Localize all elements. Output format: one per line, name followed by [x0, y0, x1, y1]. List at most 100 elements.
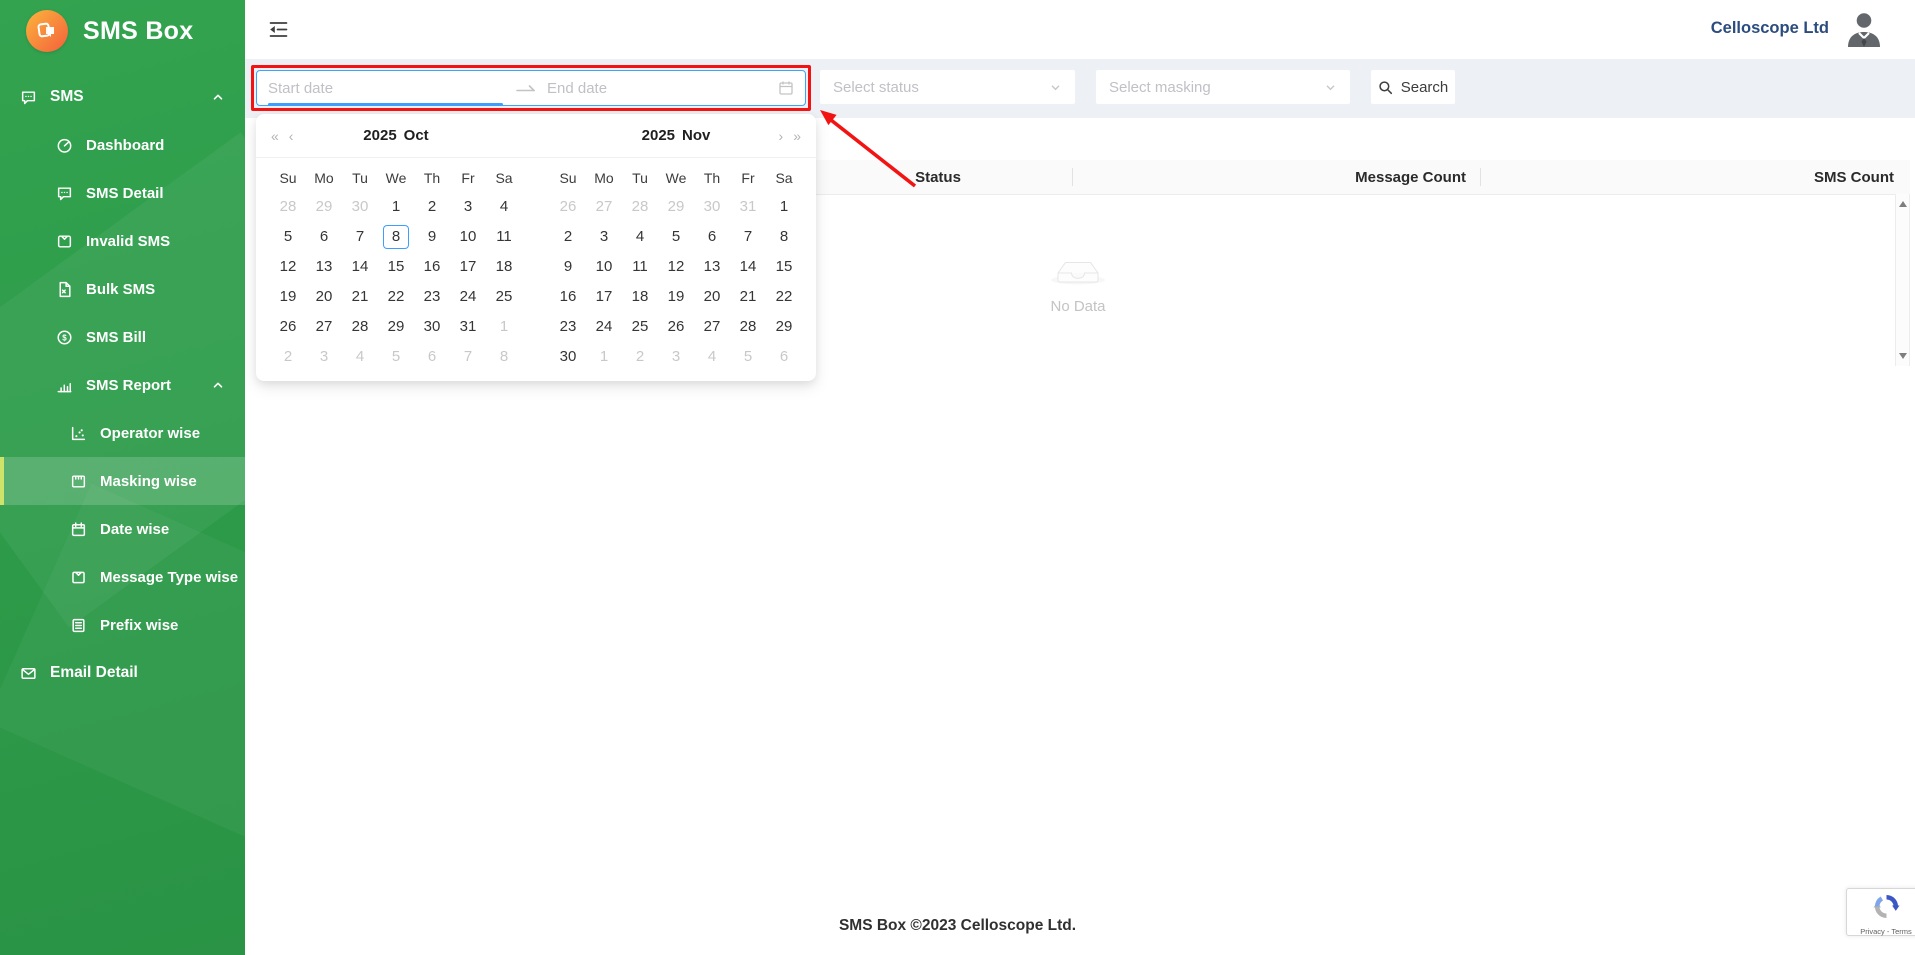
sidebar-item-sms[interactable]: SMS — [0, 73, 245, 121]
calendar-day[interactable]: 5 — [378, 342, 414, 372]
calendar-day[interactable]: 5 — [270, 222, 306, 252]
calendar-day[interactable]: 1 — [766, 192, 802, 222]
calendar-day[interactable]: 29 — [658, 192, 694, 222]
calendar-day[interactable]: 24 — [450, 282, 486, 312]
date-range-picker[interactable]: Start date End date — [256, 70, 806, 106]
scroll-up-icon[interactable] — [1899, 201, 1907, 207]
calendar-day[interactable]: 27 — [306, 312, 342, 342]
table-scrollbar[interactable] — [1895, 194, 1910, 366]
calendar-day[interactable]: 5 — [730, 342, 766, 372]
calendar-day[interactable]: 5 — [658, 222, 694, 252]
calendar-day[interactable]: 10 — [450, 222, 486, 252]
calendar-day[interactable]: 6 — [414, 342, 450, 372]
calendar-year-button[interactable]: 2025 — [363, 127, 396, 144]
calendar-day[interactable]: 20 — [306, 282, 342, 312]
calendar-day[interactable]: 7 — [730, 222, 766, 252]
calendar-month-button[interactable]: Nov — [682, 127, 710, 144]
calendar-day[interactable]: 7 — [342, 222, 378, 252]
calendar-day[interactable]: 30 — [342, 192, 378, 222]
end-date-input[interactable]: End date — [539, 80, 778, 97]
calendar-day[interactable]: 27 — [694, 312, 730, 342]
calendar-day[interactable]: 18 — [622, 282, 658, 312]
calendar-day[interactable]: 25 — [622, 312, 658, 342]
calendar-day[interactable]: 26 — [270, 312, 306, 342]
calendar-day[interactable]: 28 — [730, 312, 766, 342]
sidebar-item-date-wise[interactable]: Date wise — [0, 505, 245, 553]
calendar-day[interactable]: 3 — [450, 192, 486, 222]
sidebar-item-bulk-sms[interactable]: Bulk SMS — [0, 265, 245, 313]
calendar-day[interactable]: 29 — [766, 312, 802, 342]
calendar-day[interactable]: 14 — [730, 252, 766, 282]
calendar-day[interactable]: 4 — [622, 222, 658, 252]
calendar-day[interactable]: 8 — [378, 222, 414, 252]
calendar-day[interactable]: 2 — [270, 342, 306, 372]
calendar-day[interactable]: 15 — [766, 252, 802, 282]
calendar-day[interactable]: 4 — [694, 342, 730, 372]
user-avatar-icon[interactable] — [1844, 9, 1884, 49]
calendar-day[interactable]: 31 — [450, 312, 486, 342]
calendar-day[interactable]: 19 — [658, 282, 694, 312]
sidebar-item-sms-report[interactable]: SMS Report — [0, 361, 245, 409]
calendar-day[interactable]: 30 — [414, 312, 450, 342]
calendar-day[interactable]: 22 — [766, 282, 802, 312]
sidebar-item-masking-wise[interactable]: Masking wise — [0, 457, 245, 505]
prev-icon[interactable]: ‹ — [289, 128, 294, 144]
calendar-day[interactable]: 12 — [658, 252, 694, 282]
calendar-day[interactable]: 3 — [306, 342, 342, 372]
sidebar-item-prefix-wise[interactable]: Prefix wise — [0, 601, 245, 649]
calendar-day[interactable]: 4 — [486, 192, 522, 222]
calendar-day[interactable]: 16 — [550, 282, 586, 312]
calendar-day[interactable]: 6 — [694, 222, 730, 252]
start-date-input[interactable]: Start date — [268, 80, 515, 97]
calendar-day[interactable]: 26 — [550, 192, 586, 222]
calendar-day[interactable]: 9 — [414, 222, 450, 252]
calendar-month-button[interactable]: Oct — [404, 127, 429, 144]
calendar-day[interactable]: 6 — [306, 222, 342, 252]
calendar-day[interactable]: 4 — [342, 342, 378, 372]
super-next-icon[interactable]: » — [793, 128, 801, 144]
calendar-day[interactable]: 9 — [550, 252, 586, 282]
calendar-day[interactable]: 1 — [486, 312, 522, 342]
recaptcha-badge[interactable]: Privacy - Terms — [1846, 888, 1915, 936]
sidebar-item-message-type-wise[interactable]: Message Type wise — [0, 553, 245, 601]
menu-fold-icon[interactable] — [268, 19, 289, 40]
calendar-day[interactable]: 21 — [342, 282, 378, 312]
status-select[interactable]: Select status — [820, 70, 1075, 104]
calendar-day[interactable]: 19 — [270, 282, 306, 312]
calendar-day[interactable]: 17 — [586, 282, 622, 312]
calendar-day[interactable]: 27 — [586, 192, 622, 222]
calendar-day[interactable]: 3 — [586, 222, 622, 252]
calendar-day[interactable]: 6 — [766, 342, 802, 372]
calendar-day[interactable]: 26 — [658, 312, 694, 342]
calendar-day[interactable]: 31 — [730, 192, 766, 222]
next-icon[interactable]: › — [779, 128, 784, 144]
calendar-day[interactable]: 29 — [378, 312, 414, 342]
sidebar-item-operator-wise[interactable]: Operator wise — [0, 409, 245, 457]
calendar-day[interactable]: 10 — [586, 252, 622, 282]
calendar-day[interactable]: 22 — [378, 282, 414, 312]
calendar-day[interactable]: 13 — [694, 252, 730, 282]
calendar-day[interactable]: 1 — [586, 342, 622, 372]
calendar-day[interactable]: 12 — [270, 252, 306, 282]
calendar-day[interactable]: 17 — [450, 252, 486, 282]
scroll-down-icon[interactable] — [1899, 353, 1907, 359]
calendar-day[interactable]: 21 — [730, 282, 766, 312]
calendar-day[interactable]: 30 — [550, 342, 586, 372]
calendar-day[interactable]: 24 — [586, 312, 622, 342]
calendar-day[interactable]: 28 — [270, 192, 306, 222]
calendar-day[interactable]: 2 — [550, 222, 586, 252]
search-button[interactable]: Search — [1371, 70, 1455, 104]
sidebar-item-invalid-sms[interactable]: Invalid SMS — [0, 217, 245, 265]
app-logo[interactable]: SMS Box — [0, 0, 245, 60]
calendar-day[interactable]: 23 — [550, 312, 586, 342]
sidebar-item-email-detail[interactable]: Email Detail — [0, 649, 245, 697]
calendar-year-button[interactable]: 2025 — [642, 127, 675, 144]
calendar-day[interactable]: 30 — [694, 192, 730, 222]
calendar-day[interactable]: 13 — [306, 252, 342, 282]
sidebar-item-sms-bill[interactable]: $SMS Bill — [0, 313, 245, 361]
calendar-day[interactable]: 1 — [378, 192, 414, 222]
calendar-day[interactable]: 28 — [622, 192, 658, 222]
calendar-day[interactable]: 18 — [486, 252, 522, 282]
super-prev-icon[interactable]: « — [271, 128, 279, 144]
calendar-day[interactable]: 14 — [342, 252, 378, 282]
